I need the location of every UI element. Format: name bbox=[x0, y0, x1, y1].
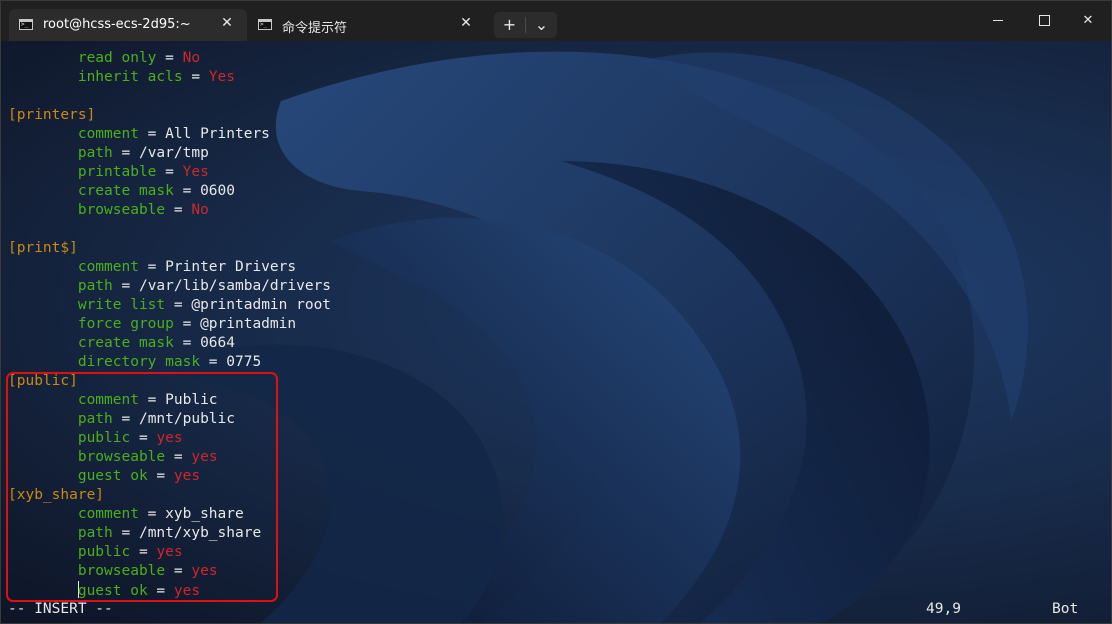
code-line: inherit acls = Yes bbox=[8, 68, 331, 87]
config-value: Yes bbox=[208, 69, 236, 85]
tab-title: root@hcss-ecs-2d95:~ bbox=[43, 17, 191, 32]
config-key: comment bbox=[77, 259, 139, 275]
config-separator: = bbox=[173, 335, 201, 351]
config-separator: = bbox=[112, 278, 139, 294]
maximize-button[interactable] bbox=[1021, 1, 1067, 41]
mode-indicator: -- INSERT -- bbox=[8, 601, 113, 617]
config-key: directory mask bbox=[77, 354, 201, 370]
code-line: write list = @printadmin root bbox=[8, 296, 331, 315]
config-key: create mask bbox=[77, 183, 174, 199]
code-line: create mask = 0664 bbox=[8, 334, 331, 353]
config-value: All Printers bbox=[165, 126, 270, 142]
section-header: [printers] bbox=[8, 107, 96, 123]
minimize-icon bbox=[993, 20, 1003, 21]
config-value: @printadmin bbox=[200, 316, 297, 332]
config-value: /var/tmp bbox=[138, 145, 209, 161]
config-separator: = bbox=[165, 202, 192, 218]
config-separator: = bbox=[200, 354, 227, 370]
config-separator: = bbox=[156, 50, 183, 66]
code-line: read only = No bbox=[8, 49, 331, 68]
config-value: No bbox=[182, 50, 201, 66]
cursor-position: 49,9 bbox=[926, 601, 961, 617]
new-tab-button[interactable]: + bbox=[494, 12, 525, 38]
config-key: path bbox=[77, 145, 113, 161]
config-value: /var/lib/samba/drivers bbox=[138, 278, 332, 294]
config-key: read only bbox=[77, 50, 157, 66]
code-line: create mask = 0600 bbox=[8, 182, 331, 201]
config-key: write list bbox=[77, 297, 166, 313]
code-line: browseable = No bbox=[8, 201, 331, 220]
config-key: create mask bbox=[77, 335, 174, 351]
config-separator: = bbox=[165, 297, 192, 313]
code-line: force group = @printadmin bbox=[8, 315, 331, 334]
title-bar: >_ root@hcss-ecs-2d95:~ ✕ >_ 命令提示符 ✕ + ⌄… bbox=[1, 1, 1111, 41]
config-separator: = bbox=[173, 183, 201, 199]
config-key: force group bbox=[77, 316, 174, 332]
minimize-button[interactable] bbox=[975, 1, 1021, 41]
scroll-indicator: Bot bbox=[1052, 601, 1079, 617]
tab-title: 命令提示符 bbox=[282, 21, 348, 36]
config-value: 0600 bbox=[200, 183, 235, 199]
tab-command-prompt[interactable]: >_ 命令提示符 ✕ bbox=[248, 9, 486, 41]
vim-status-bar: -- INSERT -- 49,9 Bot bbox=[1, 600, 1111, 619]
config-key: printable bbox=[77, 164, 157, 180]
code-line: [printers] bbox=[8, 106, 331, 125]
config-value: 0775 bbox=[226, 354, 262, 370]
config-value: Printer Drivers bbox=[165, 259, 297, 275]
maximize-icon bbox=[1038, 15, 1050, 26]
tab-root-shell[interactable]: >_ root@hcss-ecs-2d95:~ ✕ bbox=[9, 9, 247, 41]
config-separator: = bbox=[173, 316, 201, 332]
new-tab-group: + ⌄ bbox=[494, 12, 557, 38]
config-separator: = bbox=[138, 126, 166, 142]
code-line: [print$] bbox=[8, 239, 331, 258]
config-key: browseable bbox=[77, 202, 166, 218]
code-line: printable = Yes bbox=[8, 163, 331, 182]
close-window-button[interactable]: ✕ bbox=[1065, 1, 1111, 41]
code-line: directory mask = 0775 bbox=[8, 353, 331, 372]
config-separator: = bbox=[182, 69, 209, 85]
chevron-down-icon[interactable]: ⌄ bbox=[526, 12, 557, 38]
config-separator: = bbox=[112, 145, 139, 161]
highlight-box bbox=[6, 372, 278, 602]
code-line: path = /var/lib/samba/drivers bbox=[8, 277, 331, 296]
section-header: [print$] bbox=[8, 240, 78, 256]
close-icon[interactable]: ✕ bbox=[219, 15, 235, 31]
code-line: path = /var/tmp bbox=[8, 144, 331, 163]
code-line: comment = All Printers bbox=[8, 125, 331, 144]
terminal-content[interactable]: read only = No inherit acls = Yes [printe… bbox=[1, 41, 1111, 623]
config-separator: = bbox=[138, 259, 166, 275]
config-separator: = bbox=[156, 164, 183, 180]
config-key: path bbox=[77, 278, 113, 294]
terminal-icon: >_ bbox=[258, 19, 272, 30]
terminal-window: >_ root@hcss-ecs-2d95:~ ✕ >_ 命令提示符 ✕ + ⌄… bbox=[0, 0, 1112, 624]
config-key: comment bbox=[77, 126, 139, 142]
config-value: @printadmin root bbox=[191, 297, 332, 313]
config-value: Yes bbox=[182, 164, 209, 180]
code-line: comment = Printer Drivers bbox=[8, 258, 331, 277]
config-value: 0664 bbox=[200, 335, 235, 351]
terminal-icon: >_ bbox=[19, 19, 33, 30]
config-key: inherit acls bbox=[77, 69, 183, 85]
close-icon[interactable]: ✕ bbox=[458, 15, 474, 31]
config-value: No bbox=[191, 202, 209, 218]
